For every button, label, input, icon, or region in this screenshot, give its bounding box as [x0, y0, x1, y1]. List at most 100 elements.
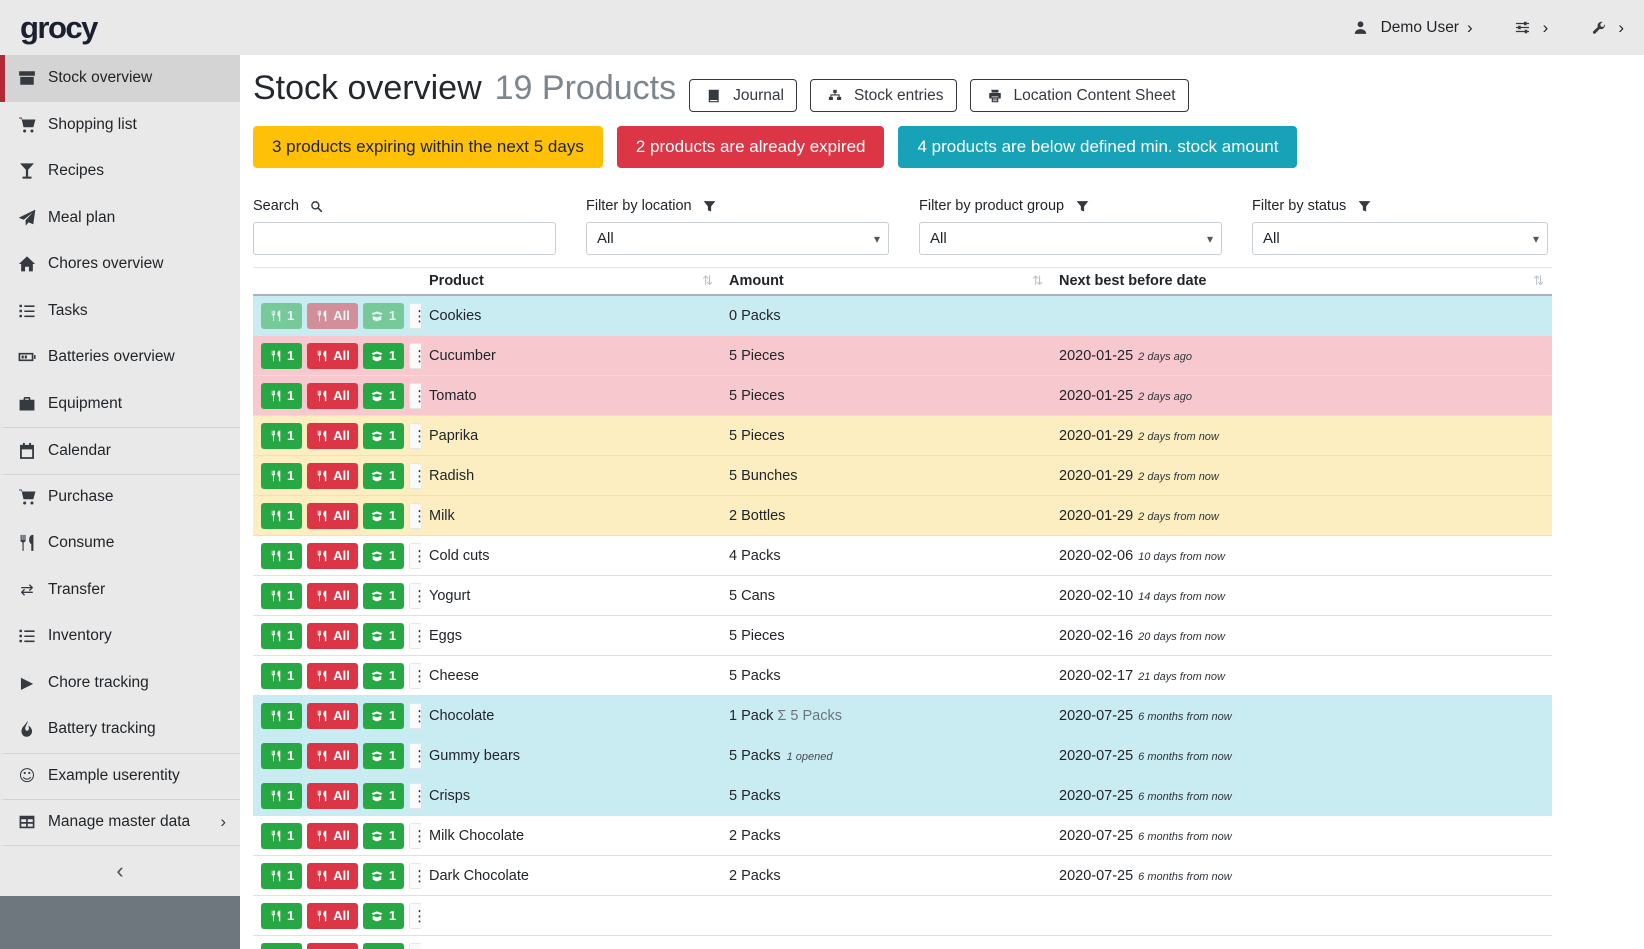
open-one-button[interactable]: 1: [363, 903, 404, 929]
consume-one-button[interactable]: 1: [261, 463, 302, 489]
consume-one-button[interactable]: 1: [261, 663, 302, 689]
row-menu-button[interactable]: ⋮: [409, 423, 421, 449]
consume-all-button[interactable]: All: [307, 543, 358, 569]
row-menu-button[interactable]: ⋮: [409, 343, 421, 369]
expired-banner[interactable]: 2 products are already expired: [617, 126, 885, 168]
open-one-button[interactable]: 1: [363, 943, 404, 949]
row-menu-button[interactable]: ⋮: [409, 543, 421, 569]
filter-by-status-select[interactable]: All▾: [1252, 222, 1548, 255]
location-content-sheet-button[interactable]: Location Content Sheet: [970, 79, 1189, 112]
consume-all-button[interactable]: All: [307, 463, 358, 489]
open-one-button[interactable]: 1: [363, 583, 404, 609]
sidebar-item-calendar[interactable]: Calendar: [0, 427, 240, 474]
sidebar-item-chore-tracking[interactable]: ▶Chore tracking: [0, 660, 240, 707]
row-menu-button[interactable]: ⋮: [409, 703, 421, 729]
open-one-button[interactable]: 1: [363, 423, 404, 449]
consume-all-button[interactable]: All: [307, 943, 358, 949]
date-column-header[interactable]: Next best before date ⇅: [1051, 268, 1552, 296]
consume-all-button[interactable]: All: [307, 623, 358, 649]
sidebar-collapse-button[interactable]: ‹: [0, 846, 240, 896]
row-menu-button[interactable]: ⋮: [409, 743, 421, 769]
sidebar-item-inventory[interactable]: Inventory: [0, 613, 240, 660]
sidebar-item-equipment[interactable]: Equipment: [0, 381, 240, 428]
below-min-stock-banner[interactable]: 4 products are below defined min. stock …: [898, 126, 1297, 168]
sidebar-item-stock-overview[interactable]: Stock overview: [0, 55, 240, 102]
row-menu-button[interactable]: ⋮: [409, 503, 421, 529]
open-one-button[interactable]: 1: [363, 823, 404, 849]
search-input[interactable]: [253, 222, 556, 255]
consume-one-button[interactable]: 1: [261, 823, 302, 849]
open-one-button[interactable]: 1: [363, 543, 404, 569]
sidebar-item-transfer[interactable]: ⇄Transfer: [0, 567, 240, 614]
sidebar-item-purchase[interactable]: Purchase: [0, 474, 240, 521]
row-menu-button[interactable]: ⋮: [409, 903, 421, 929]
open-one-button[interactable]: 1: [363, 783, 404, 809]
sidebar-item-battery-tracking[interactable]: Battery tracking: [0, 706, 240, 753]
sidebar-item-shopping-list[interactable]: Shopping list: [0, 102, 240, 149]
sidebar-item-meal-plan[interactable]: Meal plan: [0, 195, 240, 242]
sort-icon[interactable]: ⇅: [1032, 273, 1043, 289]
user-menu[interactable]: Demo User ›: [1349, 18, 1473, 38]
open-one-button[interactable]: 1: [363, 343, 404, 369]
consume-all-button[interactable]: All: [307, 743, 358, 769]
brand-logo[interactable]: grocy: [20, 10, 97, 46]
expiring-banner[interactable]: 3 products expiring within the next 5 da…: [253, 126, 603, 168]
consume-all-button[interactable]: All: [307, 343, 358, 369]
sort-icon[interactable]: ⇅: [702, 273, 713, 289]
consume-all-button[interactable]: All: [307, 823, 358, 849]
journal-button[interactable]: Journal: [689, 79, 797, 112]
stock-entries-button[interactable]: Stock entries: [810, 79, 957, 112]
sidebar-item-consume[interactable]: Consume: [0, 520, 240, 567]
open-one-button[interactable]: 1: [363, 383, 404, 409]
admin-menu[interactable]: ›: [1586, 18, 1624, 38]
consume-one-button[interactable]: 1: [261, 503, 302, 529]
consume-one-button[interactable]: 1: [261, 743, 302, 769]
open-one-button[interactable]: 1: [363, 663, 404, 689]
settings-menu[interactable]: ›: [1511, 18, 1549, 38]
consume-all-button[interactable]: All: [307, 863, 358, 889]
consume-one-button[interactable]: 1: [261, 423, 302, 449]
open-one-button[interactable]: 1: [363, 703, 404, 729]
row-menu-button[interactable]: ⋮: [409, 943, 421, 949]
open-one-button[interactable]: 1: [363, 623, 404, 649]
row-menu-button[interactable]: ⋮: [409, 663, 421, 689]
consume-all-button[interactable]: All: [307, 903, 358, 929]
open-one-button[interactable]: 1: [363, 463, 404, 489]
row-menu-button[interactable]: ⋮: [409, 463, 421, 489]
consume-one-button[interactable]: 1: [261, 343, 302, 369]
sidebar-item-batteries-overview[interactable]: Batteries overview: [0, 334, 240, 381]
consume-one-button[interactable]: 1: [261, 903, 302, 929]
consume-one-button[interactable]: 1: [261, 623, 302, 649]
consume-all-button[interactable]: All: [307, 383, 358, 409]
open-one-button[interactable]: 1: [363, 863, 404, 889]
consume-all-button[interactable]: All: [307, 423, 358, 449]
consume-one-button[interactable]: 1: [261, 383, 302, 409]
consume-one-button[interactable]: 1: [261, 703, 302, 729]
sidebar-item-recipes[interactable]: Recipes: [0, 148, 240, 195]
row-menu-button[interactable]: ⋮: [409, 783, 421, 809]
row-menu-button[interactable]: ⋮: [409, 863, 421, 889]
filter-by-product-group-select[interactable]: All▾: [919, 222, 1222, 255]
sidebar-item-manage-master-data[interactable]: Manage master data›: [0, 799, 240, 846]
consume-one-button[interactable]: 1: [261, 863, 302, 889]
consume-one-button[interactable]: 1: [261, 543, 302, 569]
row-menu-button[interactable]: ⋮: [409, 623, 421, 649]
consume-one-button[interactable]: 1: [261, 783, 302, 809]
row-menu-button[interactable]: ⋮: [409, 383, 421, 409]
consume-one-button[interactable]: 1: [261, 303, 302, 329]
sidebar-item-chores-overview[interactable]: Chores overview: [0, 241, 240, 288]
open-one-button[interactable]: 1: [363, 743, 404, 769]
open-one-button[interactable]: 1: [363, 503, 404, 529]
consume-all-button[interactable]: All: [307, 303, 358, 329]
consume-one-button[interactable]: 1: [261, 583, 302, 609]
consume-all-button[interactable]: All: [307, 703, 358, 729]
consume-all-button[interactable]: All: [307, 503, 358, 529]
row-menu-button[interactable]: ⋮: [409, 583, 421, 609]
sort-icon[interactable]: ⇅: [1533, 273, 1544, 289]
sidebar-item-example-userentity[interactable]: ☺Example userentity: [0, 753, 240, 800]
sidebar-item-tasks[interactable]: Tasks: [0, 288, 240, 335]
consume-all-button[interactable]: All: [307, 783, 358, 809]
consume-all-button[interactable]: All: [307, 583, 358, 609]
amount-column-header[interactable]: Amount ⇅: [721, 268, 1051, 296]
open-one-button[interactable]: 1: [363, 303, 404, 329]
